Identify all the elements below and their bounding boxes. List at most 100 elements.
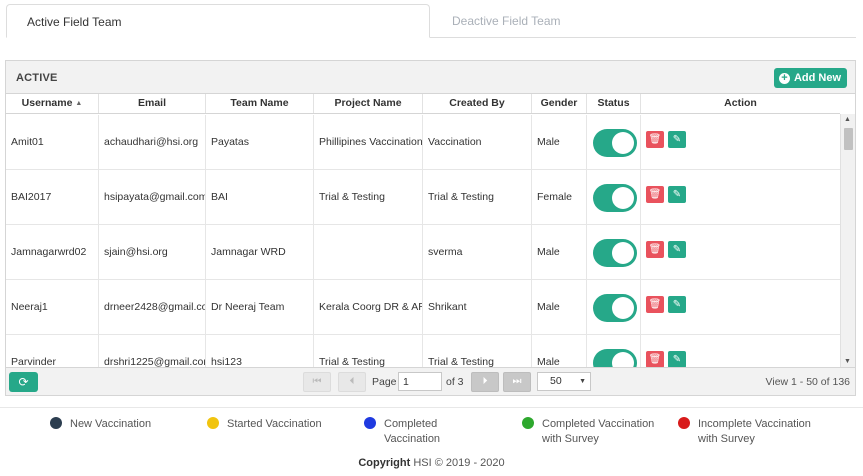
trash-icon: 🗑 [648,299,662,310]
add-new-button[interactable]: + Add New [773,68,847,88]
cell-project-name [314,225,423,279]
column-header-action: Action [724,97,757,109]
trash-icon: 🗑 [648,189,662,200]
prev-page-button[interactable]: ⏴ [338,372,366,392]
active-team-panel: ACTIVE + Add New Username ▲ Email Team Na… [5,60,856,396]
cell-action: 🗑 ✎ [641,280,840,334]
column-header-team-name[interactable]: Team Name [206,94,314,113]
trash-icon: 🗑 [648,134,662,145]
cell-email: sjain@hsi.org [99,225,206,279]
cell-created-by: Trial & Testing [423,170,532,224]
last-page-button[interactable]: ⏭ [503,372,531,392]
legend-dot-icon [207,417,219,429]
status-toggle[interactable] [593,294,637,322]
column-header-project-name[interactable]: Project Name [314,94,423,113]
cell-team-name: hsi123 [206,335,314,367]
refresh-button[interactable]: ⟳ [9,372,38,392]
status-toggle[interactable] [593,239,637,267]
cell-username: Amit01 [6,115,99,169]
page-label: Page [372,376,397,388]
copyright-text: HSI © 2019 - 2020 [413,457,505,469]
scroll-thumb[interactable] [844,128,853,150]
grid-scrollbar[interactable]: ▲ ▼ [840,114,855,367]
cell-email: achaudhari@hsi.org [99,115,206,169]
cell-username: BAI2017 [6,170,99,224]
cell-action: 🗑 ✎ [641,170,840,224]
edit-button[interactable]: ✎ [668,296,686,313]
legend-dot-icon [364,417,376,429]
cell-created-by: sverma [423,225,532,279]
legend-label: New Vaccination [70,418,152,430]
add-new-label: Add New [793,72,841,84]
status-legend: New Vaccination Started Vaccination Comp… [0,407,863,451]
cell-team-name: BAI [206,170,314,224]
legend-label: Incomplete Vaccination with Survey [698,418,811,445]
scroll-down-arrow-icon[interactable]: ▼ [844,358,851,365]
column-header-username[interactable]: Username ▲ [6,94,99,113]
tab-deactive-field-team[interactable]: Deactive Field Team [430,4,630,38]
next-page-button[interactable]: ⏵ [471,372,499,392]
cell-username: Neeraj1 [6,280,99,334]
delete-button[interactable]: 🗑 [646,351,664,367]
cell-project-name: Phillipines Vaccination [314,115,423,169]
column-header-email[interactable]: Email [99,94,206,113]
page-size-select[interactable]: 50 ▼ [537,372,591,391]
cell-username: Jamnagarwrd02 [6,225,99,279]
cell-created-by: Shrikant [423,280,532,334]
column-header-status[interactable]: Status [587,94,641,113]
legend-label: Completed Vaccination with Survey [542,418,655,445]
delete-button[interactable]: 🗑 [646,186,664,203]
table-row[interactable]: Parvinder drshri1225@gmail.cor hsi123 Tr… [6,335,840,367]
status-toggle[interactable] [593,184,637,212]
edit-button[interactable]: ✎ [668,186,686,203]
cell-status [587,170,641,224]
cell-team-name: Dr Neeraj Team [206,280,314,334]
cell-action: 🗑 ✎ [641,335,840,367]
scroll-up-arrow-icon[interactable]: ▲ [844,116,851,123]
legend-label: Completed Vaccination [384,418,441,445]
cell-status [587,280,641,334]
delete-button[interactable]: 🗑 [646,131,664,148]
table-row[interactable]: BAI2017 hsipayata@gmail.com BAI Trial & … [6,170,840,225]
cell-email: hsipayata@gmail.com [99,170,206,224]
table-row[interactable]: Jamnagarwrd02 sjain@hsi.org Jamnagar WRD… [6,225,840,280]
edit-button[interactable]: ✎ [668,241,686,258]
edit-button[interactable]: ✎ [668,351,686,367]
panel-header: ACTIVE + Add New [6,61,855,94]
first-page-button[interactable]: ⏮ [303,372,331,392]
trash-icon: 🗑 [648,354,662,365]
trash-icon: 🗑 [648,244,662,255]
record-count-text: View 1 - 50 of 136 [765,376,850,388]
legend-dot-icon [50,417,62,429]
cell-status [587,335,641,367]
edit-icon: ✎ [672,299,682,310]
cell-username: Parvinder [6,335,99,367]
copyright-label: Copyright [358,457,411,469]
cell-status [587,225,641,279]
cell-gender: Male [532,225,587,279]
grid-body: Amit01 achaudhari@hsi.org Payatas Philli… [6,115,840,367]
table-row[interactable]: Neeraj1 drneer2428@gmail.co Dr Neeraj Te… [6,280,840,335]
legend-item-new: New Vaccination [50,416,151,432]
table-row[interactable]: Amit01 achaudhari@hsi.org Payatas Philli… [6,115,840,170]
toggle-knob [612,187,634,209]
delete-button[interactable]: 🗑 [646,296,664,313]
edit-button[interactable]: ✎ [668,131,686,148]
column-header-gender[interactable]: Gender [532,94,587,113]
cell-project-name: Trial & Testing [314,335,423,367]
delete-button[interactable]: 🗑 [646,241,664,258]
prev-page-icon: ⏴ [349,376,355,387]
toggle-knob [612,132,634,154]
last-page-icon: ⏭ [512,376,522,387]
legend-item-incomplete-survey: Incomplete Vaccination with Survey [678,416,828,447]
tab-active-field-team[interactable]: Active Field Team [6,4,430,38]
status-toggle[interactable] [593,349,637,367]
cell-status [587,115,641,169]
next-page-icon: ⏵ [482,376,488,387]
legend-item-started: Started Vaccination [207,416,322,432]
column-header-created-by[interactable]: Created By [423,94,532,113]
cell-gender: Male [532,280,587,334]
copyright-footer: Copyright HSI © 2019 - 2020 [0,457,863,469]
status-toggle[interactable] [593,129,637,157]
page-number-input[interactable] [398,372,442,391]
